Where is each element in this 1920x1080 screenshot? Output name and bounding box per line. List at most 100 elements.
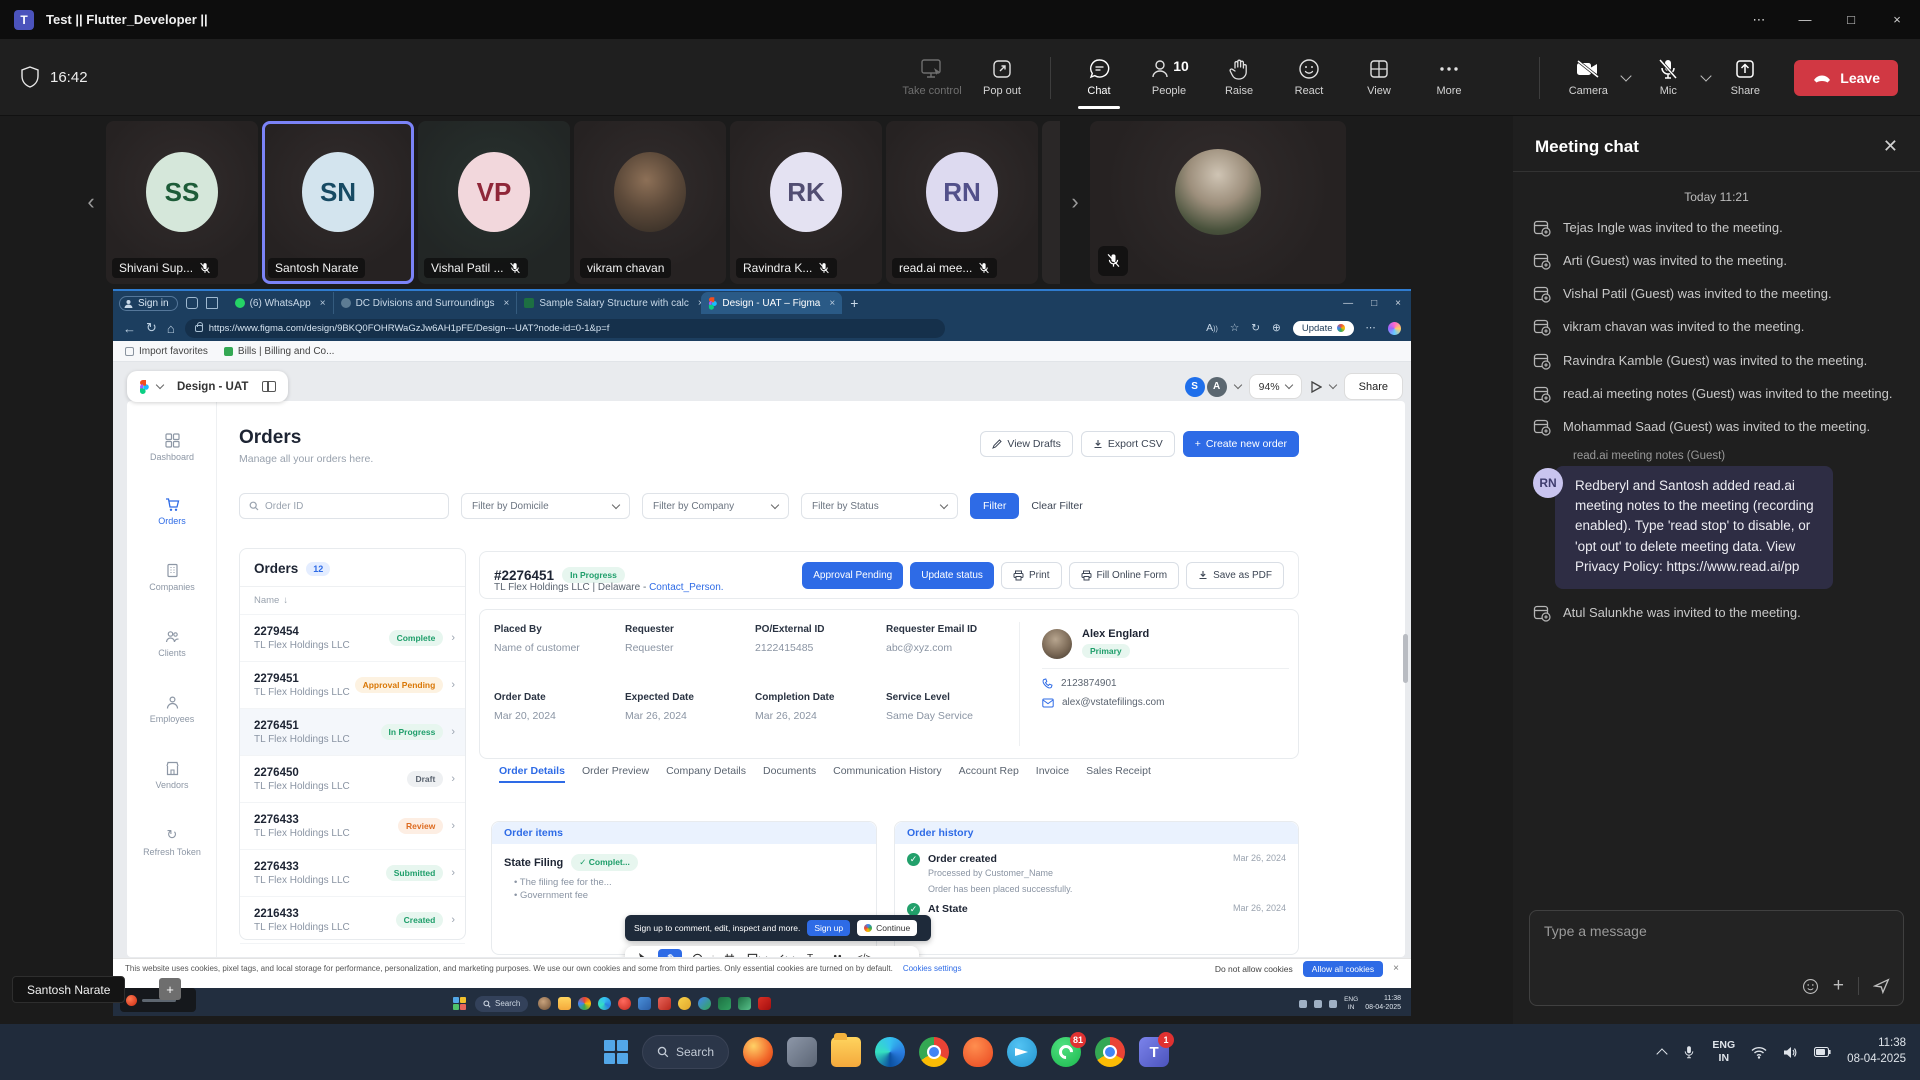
- volume-icon[interactable]: [1783, 1046, 1798, 1059]
- self-view-tile[interactable]: [1090, 121, 1346, 284]
- allow-cookies-button[interactable]: Allow all cookies: [1303, 961, 1383, 977]
- browser-essentials-icon[interactable]: ↻: [1251, 322, 1260, 334]
- game-bar-widget[interactable]: [120, 988, 196, 1012]
- chevron-down-icon[interactable]: [156, 381, 164, 389]
- mic-chevron-icon[interactable]: [1701, 70, 1712, 81]
- camera-chevron-icon[interactable]: [1621, 70, 1632, 81]
- workspaces-icon[interactable]: [186, 297, 198, 309]
- browser-tab-excel[interactable]: Sample Salary Structure with calc ×: [516, 292, 701, 314]
- tab-documents[interactable]: Documents: [763, 765, 816, 783]
- text-tool-icon[interactable]: T: [798, 949, 822, 957]
- participant-tile-vikram[interactable]: vikram chavan: [574, 121, 726, 284]
- order-row[interactable]: 2279454TL Flex Holdings LLC Complete ›: [240, 615, 465, 662]
- chat-input-box[interactable]: +: [1529, 910, 1904, 1006]
- pointer-tool-icon[interactable]: [631, 949, 655, 957]
- firefox-icon[interactable]: [743, 1037, 773, 1067]
- teams-icon[interactable]: T1: [1139, 1037, 1169, 1067]
- tab-actions-icon[interactable]: [206, 297, 218, 309]
- scroll-right-icon[interactable]: ›: [1064, 189, 1086, 215]
- view-drafts-button[interactable]: View Drafts: [980, 431, 1073, 457]
- taskbar-search[interactable]: Search: [642, 1035, 729, 1069]
- order-id-input[interactable]: [265, 501, 415, 512]
- emoji-icon[interactable]: [1802, 978, 1819, 995]
- chrome-icon[interactable]: [919, 1037, 949, 1067]
- sidebar-item-clients[interactable]: Clients: [127, 629, 217, 658]
- dev-mode-icon[interactable]: </>: [852, 949, 876, 957]
- chrome-profile-icon[interactable]: [1095, 1037, 1125, 1067]
- frame-tool-icon[interactable]: [717, 949, 741, 957]
- browser-signin-button[interactable]: Sign in: [119, 296, 178, 311]
- scroll-left-icon[interactable]: ‹: [80, 189, 102, 215]
- shared-taskbar-icons[interactable]: [538, 997, 771, 1010]
- deny-cookies-button[interactable]: Do not allow cookies: [1215, 964, 1293, 974]
- battery-icon[interactable]: [1814, 1047, 1831, 1057]
- comment-tool-icon[interactable]: [685, 949, 709, 957]
- sign-up-button[interactable]: Sign up: [807, 920, 850, 936]
- tab-company-details[interactable]: Company Details: [666, 765, 746, 783]
- resources-tool-icon[interactable]: [825, 949, 849, 957]
- filter-company-select[interactable]: Filter by Company: [642, 493, 789, 519]
- participant-tile-readai[interactable]: RN read.ai mee...: [886, 121, 1038, 284]
- order-row[interactable]: 2276433TL Flex Holdings LLC Review ›: [240, 803, 465, 850]
- zoom-control[interactable]: 94%: [1249, 374, 1302, 399]
- people-button[interactable]: 10 People: [1137, 58, 1201, 97]
- order-row[interactable]: 2279451TL Flex Holdings LLC Approval Pen…: [240, 662, 465, 709]
- sort-down-icon[interactable]: ↓: [283, 595, 288, 606]
- share-screen-button[interactable]: Share: [1716, 58, 1774, 97]
- url-field[interactable]: https://www.figma.com/design/9BKQ0FOHRWa…: [185, 319, 945, 338]
- sidebar-item-refresh-token[interactable]: ↻ Refresh Token: [127, 827, 217, 857]
- figma-share-button[interactable]: Share: [1344, 373, 1403, 400]
- order-row-selected[interactable]: 2276451TL Flex Holdings LLC In Progress …: [240, 709, 465, 756]
- tab-invoice[interactable]: Invoice: [1036, 765, 1069, 783]
- collaborator-avatar[interactable]: S: [1185, 377, 1205, 397]
- create-new-order-button[interactable]: + Create new order: [1183, 431, 1299, 457]
- layout-panel-icon[interactable]: [262, 381, 276, 392]
- contact-phone[interactable]: 2123874901: [1042, 678, 1289, 689]
- figma-logo-icon[interactable]: [139, 380, 149, 394]
- tab-close-icon[interactable]: ×: [316, 298, 326, 309]
- browser-tab-whatsapp[interactable]: (6) WhatsApp ×: [228, 292, 333, 314]
- copilot-icon[interactable]: [1388, 322, 1401, 335]
- tab-close-icon[interactable]: ×: [694, 298, 701, 309]
- tab-close-icon[interactable]: ×: [500, 298, 510, 309]
- edge-icon[interactable]: [875, 1037, 905, 1067]
- tab-account-rep[interactable]: Account Rep: [959, 765, 1019, 783]
- new-tab-icon[interactable]: +: [850, 295, 858, 311]
- app-icon[interactable]: [787, 1037, 817, 1067]
- send-icon[interactable]: [1873, 977, 1891, 995]
- collections-icon[interactable]: ⊕: [1272, 322, 1281, 334]
- telegram-icon[interactable]: [1007, 1037, 1037, 1067]
- read-aloud-icon[interactable]: A)): [1206, 322, 1218, 334]
- present-play-icon[interactable]: [1310, 381, 1322, 393]
- tray-mic-icon[interactable]: [1682, 1044, 1696, 1060]
- wifi-icon[interactable]: [1751, 1046, 1767, 1059]
- tab-sales-receipt[interactable]: Sales Receipt: [1086, 765, 1151, 783]
- language-indicator[interactable]: ENGIN: [1712, 1039, 1735, 1064]
- print-button[interactable]: Print: [1001, 562, 1062, 589]
- start-button[interactable]: [604, 1040, 628, 1064]
- bookmark-bills[interactable]: Bills | Billing and Co...: [224, 346, 335, 357]
- home-icon[interactable]: ⌂: [167, 321, 175, 336]
- chevron-down-icon[interactable]: [1233, 381, 1241, 389]
- window-more-icon[interactable]: ⋯: [1736, 0, 1782, 39]
- maximize-icon[interactable]: □: [1828, 0, 1874, 39]
- mic-button[interactable]: Mic: [1636, 58, 1700, 97]
- more-button[interactable]: More: [1417, 58, 1481, 97]
- order-id-search[interactable]: [239, 493, 449, 519]
- brave-icon[interactable]: [963, 1037, 993, 1067]
- approval-pending-button[interactable]: Approval Pending: [802, 562, 903, 589]
- fill-online-form-button[interactable]: Fill Online Form: [1069, 562, 1180, 589]
- contact-person-link[interactable]: Contact_Person.: [649, 582, 724, 593]
- shape-tool-icon[interactable]: [744, 949, 768, 957]
- browser-maximize-icon[interactable]: □: [1371, 298, 1377, 309]
- close-icon[interactable]: ×: [1874, 0, 1920, 39]
- clear-filter-button[interactable]: Clear Filter: [1031, 500, 1082, 512]
- chevron-down-icon[interactable]: [1328, 381, 1336, 389]
- hand-tool-icon[interactable]: [658, 949, 682, 957]
- tab-order-preview[interactable]: Order Preview: [582, 765, 649, 783]
- browser-tab-dc[interactable]: DC Divisions and Surroundings ×: [333, 292, 517, 314]
- import-favorites-button[interactable]: Import favorites: [125, 346, 208, 357]
- order-row[interactable]: 2216433TL Flex Holdings LLC Created ›: [240, 897, 465, 944]
- sidebar-item-vendors[interactable]: Vendors: [127, 761, 217, 790]
- tray-chevron-icon[interactable]: [1657, 1048, 1668, 1059]
